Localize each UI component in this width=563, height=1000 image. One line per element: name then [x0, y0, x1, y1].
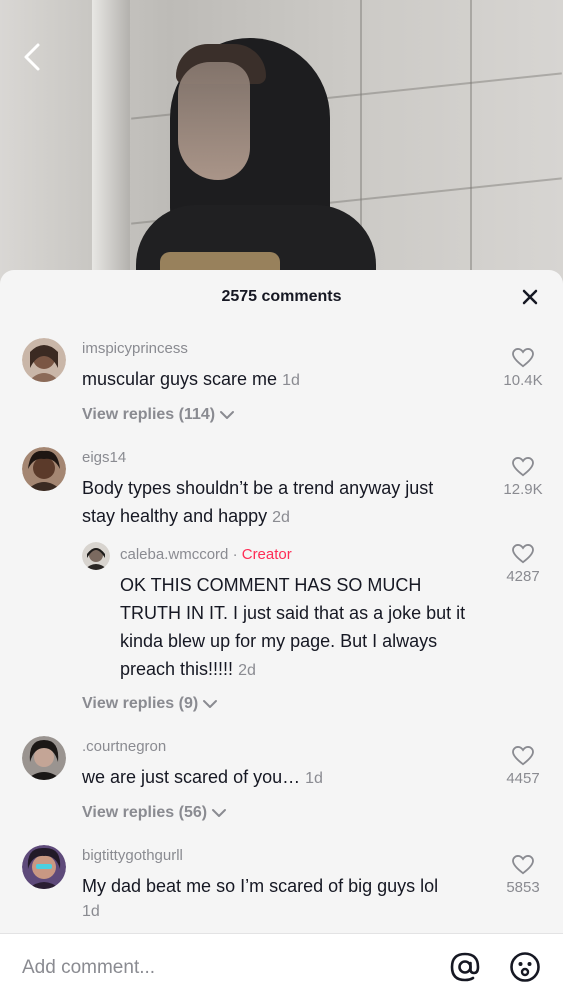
avatar[interactable]: [22, 338, 66, 382]
add-comment-input[interactable]: [22, 954, 422, 982]
wall-edge: [92, 0, 130, 290]
comment-time: 2d: [238, 662, 256, 679]
comment-count: 2575 comments: [221, 288, 342, 305]
comment-text: we are just scared of you… 1d: [82, 763, 323, 793]
chevron-left-icon[interactable]: [18, 40, 48, 74]
like-count: 4457: [506, 770, 540, 787]
comment-time: 2d: [272, 509, 290, 526]
heart-outline-icon[interactable]: [512, 746, 534, 766]
view-replies-label: View replies (9): [82, 695, 199, 712]
heart-outline-icon[interactable]: [512, 457, 534, 477]
like-button[interactable]: 4287: [483, 544, 563, 585]
comment-input-bar: [0, 933, 563, 1000]
wall-tile-line: [470, 0, 472, 290]
comments-header: 2575 comments: [0, 270, 563, 324]
like-count: 5853: [506, 879, 540, 896]
comment-body: My dad beat me so I’m scared of big guys…: [82, 876, 439, 896]
comment-body: we are just scared of you…: [82, 767, 301, 787]
like-button[interactable]: 10.4K: [483, 348, 563, 389]
avatar[interactable]: [22, 447, 66, 491]
creator-badge: Creator: [241, 546, 292, 563]
comment-body-line: OK THIS COMMENT HAS SO MUCH: [120, 575, 422, 595]
view-replies-button[interactable]: View replies (9): [82, 695, 218, 713]
chevron-down-icon: [220, 411, 235, 419]
at-sign-icon[interactable]: [449, 951, 481, 983]
reply-username-row: caleba.wmccord · Creator: [120, 546, 292, 563]
like-count: 4287: [506, 568, 540, 585]
comment-body-line: preach this!!!!! 2d: [120, 655, 510, 685]
comment-body-line: TRUTH IN IT. I just said that as a joke …: [120, 603, 466, 623]
comment-username[interactable]: .courtnegron: [82, 738, 166, 755]
person-face-blurred: [178, 62, 250, 180]
comment-body: stay healthy and happy: [82, 506, 268, 526]
heart-outline-icon[interactable]: [512, 544, 534, 564]
view-replies-button[interactable]: View replies (114): [82, 406, 235, 424]
heart-outline-icon[interactable]: [512, 348, 534, 368]
close-icon[interactable]: [519, 286, 541, 308]
comment-time: 1d: [305, 770, 323, 787]
like-count: 10.4K: [503, 372, 543, 389]
comment-username[interactable]: eigs14: [82, 449, 126, 466]
like-button[interactable]: 4457: [483, 746, 563, 787]
like-count: 12.9K: [503, 481, 543, 498]
chevron-down-icon: [212, 809, 227, 817]
view-replies-label: View replies (56): [82, 804, 208, 821]
view-replies-button[interactable]: View replies (56): [82, 804, 227, 822]
comment-text: My dad beat me so I’m scared of big guys…: [82, 872, 502, 924]
avatar[interactable]: [22, 736, 66, 780]
comment-username[interactable]: imspicyprincess: [82, 340, 188, 357]
heart-outline-icon[interactable]: [512, 855, 534, 875]
comment-username[interactable]: caleba.wmccord: [120, 546, 228, 563]
avatar[interactable]: [82, 542, 110, 570]
comment-time: 1d: [82, 903, 100, 920]
emoji-icon[interactable]: [509, 951, 541, 983]
view-replies-label: View replies (114): [82, 406, 216, 423]
comment-username[interactable]: bigtittygothgurll: [82, 847, 183, 864]
comment-text: OK THIS COMMENT HAS SO MUCH TRUTH IN IT.…: [120, 571, 510, 685]
comments-sheet: 2575 comments imspicyprincess muscular g…: [0, 270, 563, 1000]
comment-text: Body types shouldn’t be a trend anyway j…: [82, 474, 502, 532]
comment-body-line: Body types shouldn’t be a trend anyway j…: [82, 478, 434, 498]
separator-dot: ·: [232, 546, 238, 563]
like-button[interactable]: 12.9K: [483, 457, 563, 498]
comment-body-line: kinda blew up for my page. But I always: [120, 631, 438, 651]
comment-text: muscular guys scare me 1d: [82, 365, 300, 395]
chevron-down-icon: [203, 700, 218, 708]
comment-time: 1d: [282, 372, 300, 389]
video-background: [0, 0, 563, 290]
comment-body-line: stay healthy and happy 2d: [82, 502, 502, 532]
like-button[interactable]: 5853: [483, 855, 563, 896]
comment-body: muscular guys scare me: [82, 369, 278, 389]
comment-body: preach this!!!!!: [120, 659, 234, 679]
avatar[interactable]: [22, 845, 66, 889]
